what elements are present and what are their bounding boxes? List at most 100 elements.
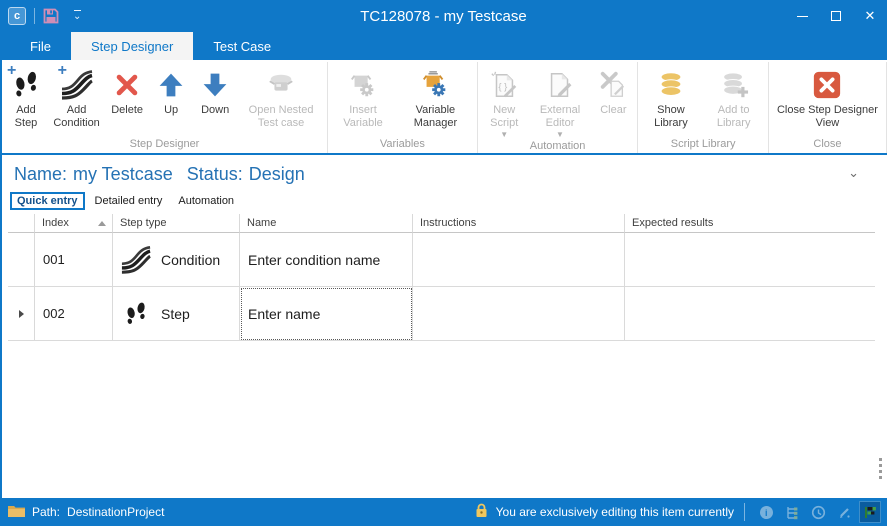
show-library-icon [654,66,688,104]
add-to-library-button[interactable]: Add to Library [701,64,765,130]
cell-expected-results[interactable] [625,233,875,287]
tab-automation[interactable]: Automation [170,192,242,210]
down-button[interactable]: Down [193,64,237,117]
new-script-icon: { } [487,66,521,104]
status-value: Design [249,164,305,185]
tab-quick-entry[interactable]: Quick entry [10,192,85,210]
variable-manager-icon [418,66,452,104]
entry-tabs: Quick entry Detailed entry Automation [10,192,887,210]
cell-name[interactable]: Enter condition name [240,233,413,287]
cell-instructions[interactable] [413,233,625,287]
clear-button[interactable]: Clear [591,64,635,117]
statusbar-divider [744,503,745,521]
minimize-button[interactable] [785,0,819,32]
steps-table: Index Step type Name Instructions Expect… [8,214,875,341]
cell-instructions[interactable] [413,287,625,341]
content-area: Name: my Testcase Status: Design ⌄ Quick… [0,155,887,498]
open-nested-testcase-icon [264,66,298,104]
folder-icon [8,504,25,520]
lock-icon [475,503,488,521]
quick-access-dropdown-icon[interactable]: ⌄ [73,10,81,22]
add-to-library-icon [717,66,751,104]
tab-detailed-entry[interactable]: Detailed entry [87,192,171,210]
column-header-name[interactable]: Name [240,214,413,233]
add-condition-button[interactable]: + Add Condition [48,64,105,130]
path-value: DestinationProject [67,505,164,519]
cell-step-type[interactable]: Condition [113,233,240,287]
cell-name-focused[interactable]: Enter name [240,287,413,341]
active-view-icon[interactable] [859,501,881,523]
close-step-designer-icon [810,66,844,104]
new-script-dropdown-icon[interactable]: ▼ [500,131,508,139]
ribbon-group-variables: Insert Variable [328,62,478,153]
external-editor-icon [543,66,577,104]
cell-index[interactable]: 002 [35,287,113,341]
edit-pen-icon[interactable] [833,501,855,523]
external-editor-button[interactable]: External Editor ▼ [529,64,592,139]
column-header-step-type[interactable]: Step type [113,214,240,233]
path-label: Path: [32,505,60,519]
sort-ascending-icon [98,221,106,226]
row-indicator-header [8,214,35,233]
delete-button[interactable]: Delete [105,64,149,117]
insert-variable-button[interactable]: Insert Variable [330,64,396,130]
window-title: TC128078 - my Testcase [0,8,887,25]
new-script-button[interactable]: { } New Script ▼ [480,64,529,139]
ribbon: + Add Step + Add Condition [0,60,887,155]
current-row-marker-icon [19,310,24,318]
name-value: my Testcase [73,164,173,185]
cell-index[interactable]: 001 [35,233,113,287]
ribbon-group-close: Close Step Designer View Close [769,62,887,153]
show-library-button[interactable]: Show Library [640,64,701,130]
variable-manager-button[interactable]: Variable Manager [396,64,475,130]
maximize-button[interactable] [819,0,853,32]
add-condition-icon: + [60,66,94,104]
row-indicator[interactable] [8,233,35,287]
column-header-instructions[interactable]: Instructions [413,214,625,233]
open-nested-testcase-button[interactable]: Open Nested Test case [237,64,325,130]
svg-text:{ }: { } [499,82,508,92]
clear-icon [596,66,630,104]
save-icon[interactable] [43,8,59,24]
group-label-close: Close [771,137,884,153]
delete-icon [110,66,144,104]
tab-file[interactable]: File [10,32,71,60]
condition-icon [121,245,151,275]
history-icon[interactable] [807,501,829,523]
ribbon-tab-bar: File Step Designer Test Case [0,32,887,60]
group-label-script-library: Script Library [640,137,766,153]
group-label-automation: Automation [480,139,636,155]
cell-step-type[interactable]: Step [113,287,240,341]
hierarchy-icon[interactable] [781,501,803,523]
info-icon[interactable]: i [755,501,777,523]
group-label-step-designer: Step Designer [4,137,325,153]
row-indicator[interactable] [8,287,35,341]
add-step-icon: + [9,66,43,104]
column-header-expected-results[interactable]: Expected results [625,214,875,233]
tab-step-designer[interactable]: Step Designer [71,32,193,60]
up-button[interactable]: Up [149,64,193,117]
group-label-variables: Variables [330,137,475,153]
app-icon[interactable]: c [8,7,26,25]
down-arrow-icon [198,66,232,104]
column-header-index[interactable]: Index [35,214,113,233]
ribbon-group-step-designer: + Add Step + Add Condition [2,62,328,153]
splitter-grip[interactable] [879,458,882,479]
status-label: Status: [187,164,243,185]
app-window: c ⌄ TC128078 - my Testcase ✕ File Step D… [0,0,887,526]
editing-message: You are exclusively editing this item cu… [496,505,734,519]
close-button[interactable]: ✕ [853,0,887,32]
name-label: Name: [14,164,67,185]
tab-test-case[interactable]: Test Case [193,32,291,60]
cell-expected-results[interactable] [625,287,875,341]
titlebar-separator [34,8,35,24]
collapse-chevron-icon[interactable]: ⌄ [848,166,859,179]
add-step-button[interactable]: + Add Step [4,64,48,130]
status-bar: Path: DestinationProject You are exclusi… [0,498,887,526]
titlebar: c ⌄ TC128078 - my Testcase ✕ [0,0,887,32]
svg-text:i: i [765,508,768,518]
external-editor-dropdown-icon[interactable]: ▼ [556,131,564,139]
close-step-designer-view-button[interactable]: Close Step Designer View [771,64,884,130]
insert-variable-icon [346,66,380,104]
step-icon [121,299,151,329]
